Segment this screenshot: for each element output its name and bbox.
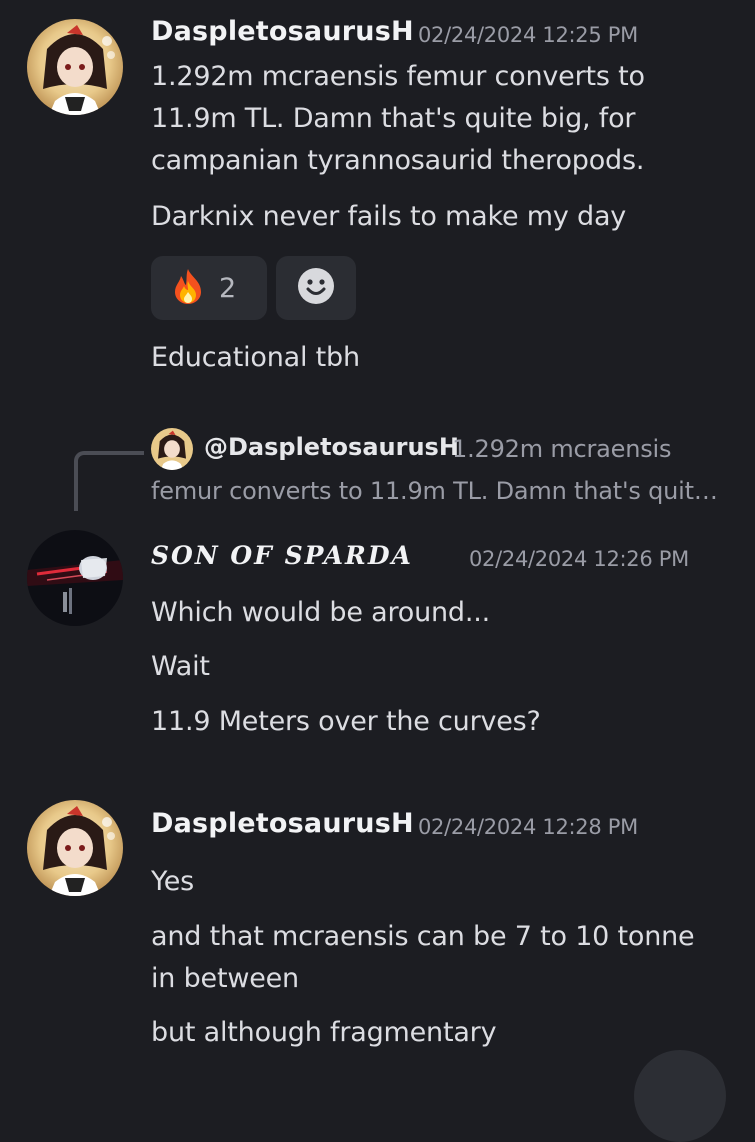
avatar-daspletosaurush[interactable] — [27, 19, 123, 115]
message-line: and that mcraensis can be 7 to 10 tonne — [151, 921, 695, 952]
reply-preview[interactable]: 1.292m mcraensis — [452, 435, 672, 463]
message-line: campanian tyrannosaurid theropods. — [151, 145, 645, 176]
add-reaction-icon — [297, 267, 335, 309]
message-timestamp: 02/24/2024 12:28 PM — [418, 815, 638, 839]
message-line: in between — [151, 963, 299, 994]
message-text: 11.9 Meters over the curves? — [151, 706, 541, 737]
message-author[interactable]: DaspletosaurusH — [151, 16, 414, 47]
fire-icon — [171, 267, 205, 309]
reply-connector — [74, 451, 144, 511]
avatar-son-of-sparda[interactable] — [27, 530, 123, 626]
message-text: Darknix never fails to make my day — [151, 201, 627, 232]
reaction-fire[interactable]: 2 — [151, 256, 267, 320]
message-author[interactable]: SON OF SPARDA — [151, 541, 413, 570]
avatar-daspletosaurush[interactable] — [27, 800, 123, 896]
message-timestamp: 02/24/2024 12:25 PM — [418, 23, 638, 47]
message-text: Wait — [151, 651, 210, 682]
reaction-count: 2 — [219, 272, 237, 304]
message-text: but although fragmentary — [151, 1017, 497, 1048]
message-text: Which would be around... — [151, 597, 491, 628]
reply-preview[interactable]: femur converts to 11.9m TL. Damn that's … — [151, 477, 718, 505]
message-author[interactable]: DaspletosaurusH — [151, 808, 414, 839]
reply-author[interactable]: @DaspletosaurusH — [204, 433, 459, 461]
add-reaction-button[interactable] — [276, 256, 356, 320]
message-line: 11.9m TL. Damn that's quite big, for — [151, 103, 636, 134]
message-line: 1.292m mcraensis femur converts to — [151, 61, 645, 92]
message-text: Yes — [151, 866, 194, 897]
message-text: 1.292m mcraensis femur converts to 11.9m… — [151, 56, 726, 182]
message-timestamp: 02/24/2024 12:26 PM — [469, 547, 689, 571]
message-text: Educational tbh — [151, 342, 360, 373]
reply-avatar — [151, 428, 193, 470]
message-text: and that mcraensis can be 7 to 10 tonne … — [151, 916, 726, 1000]
scroll-down-button[interactable] — [634, 1050, 726, 1142]
